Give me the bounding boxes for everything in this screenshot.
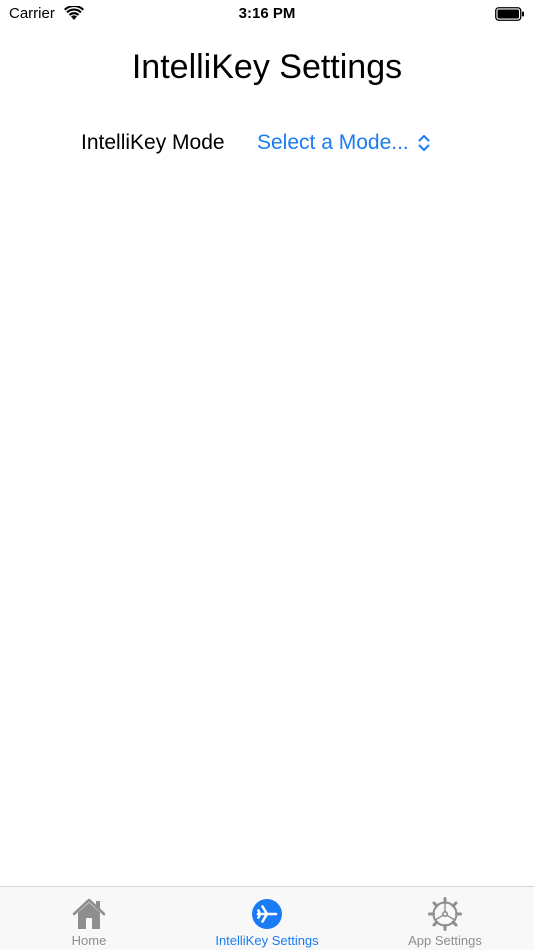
page-title: IntelliKey Settings (131, 48, 403, 86)
tab-intellikey-settings-label: IntelliKey Settings (215, 933, 319, 948)
tab-bar: Home IntelliKey Settings App Settings (0, 886, 534, 950)
house-icon (72, 898, 106, 929)
tab-home[interactable]: Home (0, 887, 178, 950)
chevron-up-down-icon (418, 135, 430, 151)
gear-icon (428, 897, 462, 931)
tab-app-settings[interactable]: App Settings (356, 887, 534, 950)
mode-picker-value: Select a Mode... (257, 131, 409, 154)
mode-label: IntelliKey Mode (81, 131, 225, 154)
mode-picker[interactable]: Select a Mode... (257, 131, 431, 155)
airplane-circle-icon (252, 899, 282, 929)
tab-app-settings-label: App Settings (408, 933, 482, 948)
tab-home-label: Home (71, 933, 107, 948)
status-time: 3:16 PM (238, 5, 296, 22)
status-bar: Carrier 3:16 PM (0, 0, 534, 30)
tab-intellikey-settings[interactable]: IntelliKey Settings (178, 887, 356, 950)
mode-setting-row: IntelliKey Mode Select a Mode... (0, 130, 534, 158)
battery-icon (495, 7, 524, 21)
